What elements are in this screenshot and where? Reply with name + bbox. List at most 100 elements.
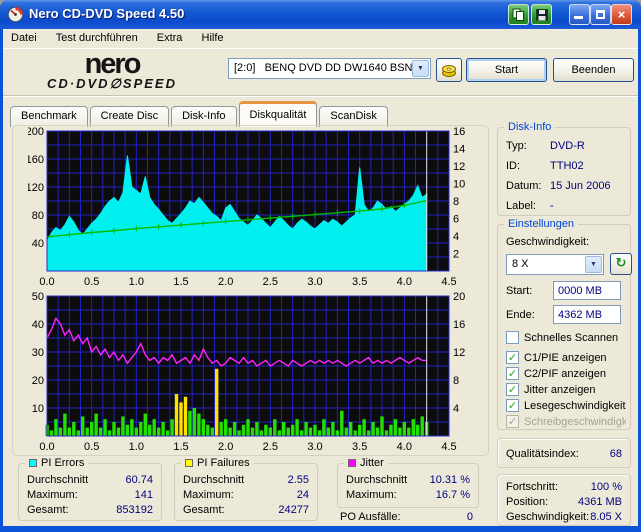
- svg-text:4: 4: [453, 403, 459, 415]
- drive-selected-value: [2:0] BENQ DVD DD DW1640 BSNB: [234, 62, 420, 74]
- start-position-input[interactable]: [553, 281, 621, 300]
- checkbox-label: Schnelles Scannen: [524, 332, 619, 344]
- pi-failures-title: PI Failures: [197, 457, 250, 469]
- refresh-speeds-button[interactable]: ↻: [610, 253, 632, 275]
- checkbox-c2-pif[interactable]: ✓ C2/PIF anzeigen: [506, 367, 626, 381]
- pi-failures-jitter-chart: 50 40 30 20 10 20 16 12 8 4 0.0 0.5 1.0 1.5 2.0 2.5 3.0 3…: [28, 288, 470, 454]
- position-value: 4361 MB: [577, 496, 622, 508]
- check-icon: ✓: [507, 415, 518, 428]
- start-button[interactable]: Start: [466, 58, 547, 82]
- svg-text:1.5: 1.5: [173, 441, 188, 453]
- svg-text:80: 80: [32, 210, 44, 222]
- progress-box: Fortschritt: 100 % Position: 4361 MB Gesch…: [497, 474, 631, 526]
- end-position-label: Ende:: [506, 309, 535, 321]
- quality-index-label: Qualitätsindex:: [506, 448, 579, 460]
- checkbox-read-speed[interactable]: ✓ Lesegeschwindigkeit a: [506, 399, 626, 413]
- progress-value: 100 %: [590, 481, 622, 493]
- eject-disc-button[interactable]: [436, 58, 462, 82]
- refresh-icon: ↻: [615, 256, 627, 271]
- quality-index-value: 68: [609, 448, 622, 460]
- close-button[interactable]: ×: [611, 4, 632, 25]
- menu-datei[interactable]: Datei: [3, 29, 45, 49]
- svg-text:50: 50: [32, 291, 44, 303]
- speed-select[interactable]: 8 X ▼: [506, 254, 604, 275]
- checkbox-box[interactable]: ✓: [506, 383, 519, 396]
- pi-errors-stats-box: PI Errors Durchschnitt 60.74 Maximum: 141 …: [18, 457, 162, 521]
- checkbox-label: C2/PIF anzeigen: [524, 368, 606, 380]
- toolbar: nero CD·DVD∅SPEED [2:0] BENQ DVD DD DW16…: [3, 50, 638, 96]
- svg-text:0.5: 0.5: [84, 441, 99, 453]
- svg-text:160: 160: [28, 154, 44, 166]
- pi-errors-avg-value: 60.74: [125, 474, 153, 486]
- pi-errors-title: PI Errors: [41, 457, 85, 469]
- disk-id-label: ID:: [506, 160, 521, 172]
- disk-info-title: Disk-Info: [504, 121, 556, 134]
- copy-chart-button[interactable]: [508, 4, 529, 25]
- checkbox-jitter[interactable]: ✓ Jitter anzeigen: [506, 383, 626, 397]
- checkbox-box[interactable]: ✓: [506, 331, 519, 344]
- pi-failures-total-value: 24277: [278, 504, 309, 516]
- quit-button[interactable]: Beenden: [553, 58, 634, 82]
- checkbox-box[interactable]: ✓: [506, 367, 519, 380]
- disk-date-value: 15 Jun 2006: [550, 180, 611, 192]
- checkbox-label: C1/PIE anzeigen: [524, 352, 607, 364]
- start-position-label: Start:: [506, 285, 533, 297]
- floppy-disk-icon: [535, 8, 548, 21]
- checkbox-fast-scan[interactable]: ✓ Schnelles Scannen: [506, 331, 626, 345]
- svg-text:8: 8: [453, 375, 459, 387]
- disk-date-label: Datum:: [506, 180, 542, 192]
- menu-test-durchfuehren[interactable]: Test durchführen: [48, 29, 146, 49]
- jitter-max-label: Maximum:: [346, 489, 397, 501]
- drive-select[interactable]: [2:0] BENQ DVD DD DW1640 BSNB ▼: [228, 58, 431, 79]
- svg-text:30: 30: [32, 347, 44, 359]
- pi-failures-avg-label: Durchschnitt: [183, 474, 245, 486]
- svg-text:4.5: 4.5: [441, 276, 456, 288]
- svg-text:12: 12: [453, 347, 465, 359]
- checkbox-box[interactable]: ✓: [506, 399, 519, 412]
- checkbox-label: Lesegeschwindigkeit a: [524, 400, 626, 412]
- svg-text:0.0: 0.0: [39, 441, 54, 453]
- svg-text:3.5: 3.5: [352, 441, 367, 453]
- pi-errors-max-label: Maximum:: [27, 489, 78, 501]
- minimize-button[interactable]: [569, 4, 590, 25]
- svg-text:10: 10: [32, 403, 44, 415]
- title-bar: Nero CD-DVD Speed 4.50 ×: [0, 0, 641, 29]
- checkbox-c1-pie[interactable]: ✓ C1/PIE anzeigen: [506, 351, 626, 365]
- checkbox-box[interactable]: ✓: [506, 415, 519, 428]
- client-area: Datei Test durchführen Extra Hilfe nero …: [3, 29, 638, 526]
- pi-failures-max-label: Maximum:: [183, 489, 234, 501]
- pi-failures-max-value: 24: [296, 489, 309, 501]
- menu-extra[interactable]: Extra: [149, 29, 191, 49]
- disk-info-box: Disk-Info Typ: DVD-R ID: TTH02 Datum: 15…: [497, 121, 631, 216]
- checkbox-write-speed[interactable]: ✓ Schreibgeschwindigkei: [506, 415, 626, 429]
- svg-text:12: 12: [453, 161, 465, 173]
- svg-text:16: 16: [453, 319, 465, 331]
- checkbox-label: Jitter anzeigen: [524, 384, 596, 396]
- po-failures-value: 0: [466, 511, 473, 523]
- checkbox-label: Schreibgeschwindigkei: [524, 416, 626, 428]
- svg-text:4: 4: [453, 231, 459, 243]
- svg-text:2.5: 2.5: [263, 276, 278, 288]
- svg-text:0.0: 0.0: [39, 276, 54, 288]
- jitter-stats-box: Jitter Durchschnitt 10.31 % Maximum: 16.7 …: [337, 457, 479, 508]
- checkbox-box[interactable]: ✓: [506, 351, 519, 364]
- svg-text:1.0: 1.0: [129, 276, 144, 288]
- check-icon: ✓: [507, 367, 518, 380]
- menu-hilfe[interactable]: Hilfe: [194, 29, 232, 49]
- pi-errors-max-value: 141: [134, 489, 153, 501]
- end-position-input[interactable]: [553, 305, 621, 324]
- pi-errors-total-label: Gesamt:: [27, 504, 69, 516]
- svg-text:14: 14: [453, 144, 465, 156]
- svg-text:3.0: 3.0: [307, 276, 322, 288]
- speed-selected-value: 8 X: [512, 258, 529, 270]
- save-button[interactable]: [531, 4, 552, 25]
- chevron-down-icon[interactable]: ▼: [585, 256, 602, 273]
- maximize-button[interactable]: [590, 4, 611, 25]
- svg-text:2.5: 2.5: [263, 441, 278, 453]
- app-icon: [7, 6, 24, 23]
- po-failures-label: PO Ausfälle:: [340, 511, 401, 523]
- chevron-down-icon[interactable]: ▼: [412, 60, 429, 77]
- pi-errors-total-value: 853192: [116, 504, 153, 516]
- copy-icon: [512, 8, 524, 21]
- svg-text:10: 10: [453, 179, 465, 191]
